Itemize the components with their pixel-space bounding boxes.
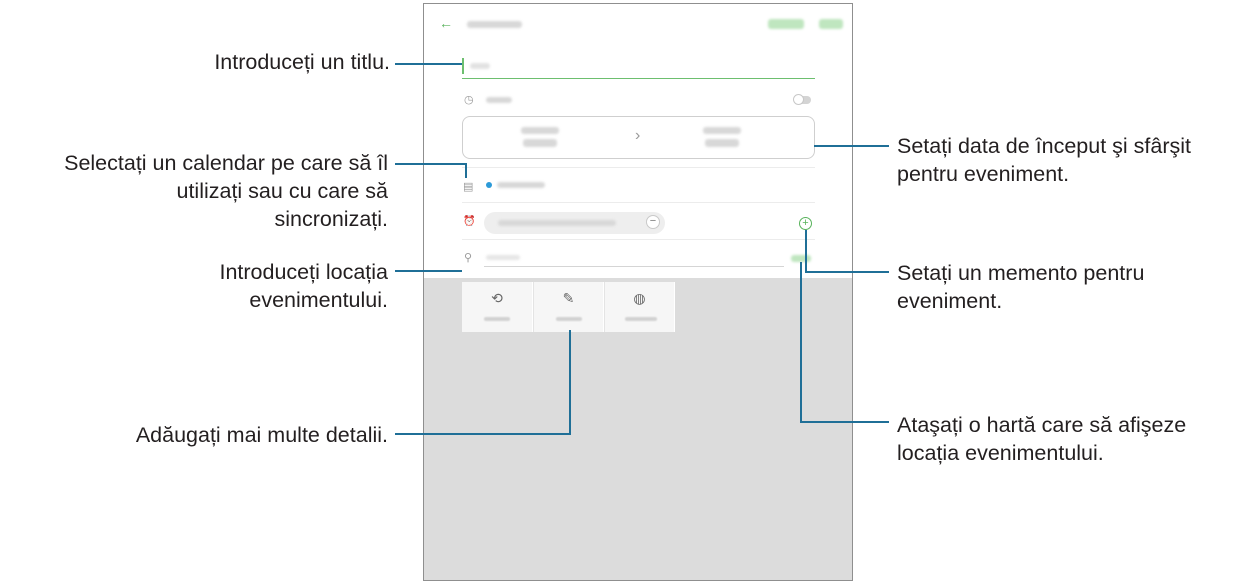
time-zone-label xyxy=(625,317,657,321)
clock-icon: ◷ xyxy=(464,94,474,106)
callout-map: Ataşați o hartă care să afişeze locația … xyxy=(897,411,1186,467)
callout-location-line1: Introduceți locația xyxy=(219,260,388,284)
callout-map-line1: Ataşați o hartă care să afişeze xyxy=(897,413,1187,437)
event-form: ← ◷ › ▤ ⏰ − + ⚲ xyxy=(424,4,852,278)
callout-title: Introduceți un titlu. xyxy=(214,50,390,74)
calendar-color-dot xyxy=(486,182,492,188)
memo-label xyxy=(556,317,582,321)
title-cursor xyxy=(462,58,464,74)
repeat-button[interactable]: ⟲ xyxy=(462,282,532,332)
all-day-label xyxy=(486,97,512,103)
leader-line-location xyxy=(395,270,462,272)
divider xyxy=(462,167,815,168)
calendar-icon: ▤ xyxy=(463,181,474,193)
callout-calendar-line2: utilizați sau cu care să xyxy=(176,179,388,203)
callout-dates: Setați data de început şi sfârşit pentru… xyxy=(897,132,1191,188)
add-reminder-button[interactable]: + xyxy=(799,217,812,230)
reminder-chip[interactable] xyxy=(484,212,665,234)
divider xyxy=(462,239,815,240)
leader-line-reminder xyxy=(805,271,889,273)
callout-reminder: Setați un memento pentru eveniment. xyxy=(897,259,1144,315)
alarm-icon: ⏰ xyxy=(463,216,476,227)
callout-reminder-line2: eveniment. xyxy=(897,289,1003,313)
callout-map-line2: locația evenimentului. xyxy=(897,441,1104,465)
tablet-screen: ← ◷ › ▤ ⏰ − + ⚲ ⟲ ✎ ◍ xyxy=(423,3,853,581)
divider xyxy=(462,202,815,203)
date-range-box[interactable]: › xyxy=(462,116,815,159)
back-arrow-icon[interactable]: ← xyxy=(439,16,453,30)
callout-reminder-line1: Setați un memento pentru xyxy=(897,261,1145,285)
end-date[interactable] xyxy=(703,127,741,134)
callout-calendar-line3: sincronizați. xyxy=(274,207,388,231)
leader-line-map-v xyxy=(800,262,802,423)
repeat-icon: ⟲ xyxy=(491,290,503,306)
cancel-button[interactable] xyxy=(768,19,804,29)
start-time[interactable] xyxy=(523,139,557,147)
location-placeholder xyxy=(486,255,520,260)
more-details-actions: ⟲ ✎ ◍ xyxy=(462,282,675,332)
start-date[interactable] xyxy=(521,127,559,134)
leader-line-calendar-h xyxy=(395,163,467,165)
leader-line-map-h xyxy=(800,421,889,423)
location-input[interactable] xyxy=(484,250,784,267)
memo-button[interactable]: ✎ xyxy=(533,282,603,332)
title-input[interactable] xyxy=(462,56,815,79)
time-zone-icon: ◍ xyxy=(633,290,646,306)
callout-details: Adăugați mai multe detalii. xyxy=(135,423,388,447)
remove-reminder-button[interactable]: − xyxy=(646,215,660,229)
leader-line-dates xyxy=(814,145,889,147)
map-button[interactable] xyxy=(791,255,811,262)
callout-calendar-line1: Selectați un calendar pe care să îl xyxy=(64,151,388,175)
end-time[interactable] xyxy=(705,139,739,147)
date-arrow-icon: › xyxy=(635,127,641,144)
leader-line-details-v xyxy=(569,330,571,435)
reminder-text xyxy=(498,220,616,226)
leader-line-title xyxy=(395,63,462,65)
time-zone-button[interactable]: ◍ xyxy=(604,282,674,332)
callout-location: Introduceți locația evenimentului. xyxy=(100,258,388,314)
header-title-placeholder xyxy=(467,21,522,28)
leader-line-details-h xyxy=(395,433,571,435)
memo-icon: ✎ xyxy=(562,290,575,306)
title-placeholder xyxy=(470,63,490,69)
callout-dates-line2: pentru eveniment. xyxy=(897,162,1070,186)
save-button[interactable] xyxy=(819,19,843,29)
callout-calendar: Selectați un calendar pe care să îl util… xyxy=(0,149,388,233)
location-pin-icon: ⚲ xyxy=(464,252,473,264)
calendar-name[interactable] xyxy=(497,182,545,188)
leader-line-reminder-v xyxy=(805,230,807,272)
leader-line-calendar-v xyxy=(465,163,467,178)
repeat-label xyxy=(484,317,510,321)
callout-location-line2: evenimentului. xyxy=(249,288,388,312)
callout-dates-line1: Setați data de început şi sfârşit xyxy=(897,134,1191,158)
all-day-toggle[interactable] xyxy=(793,94,811,105)
